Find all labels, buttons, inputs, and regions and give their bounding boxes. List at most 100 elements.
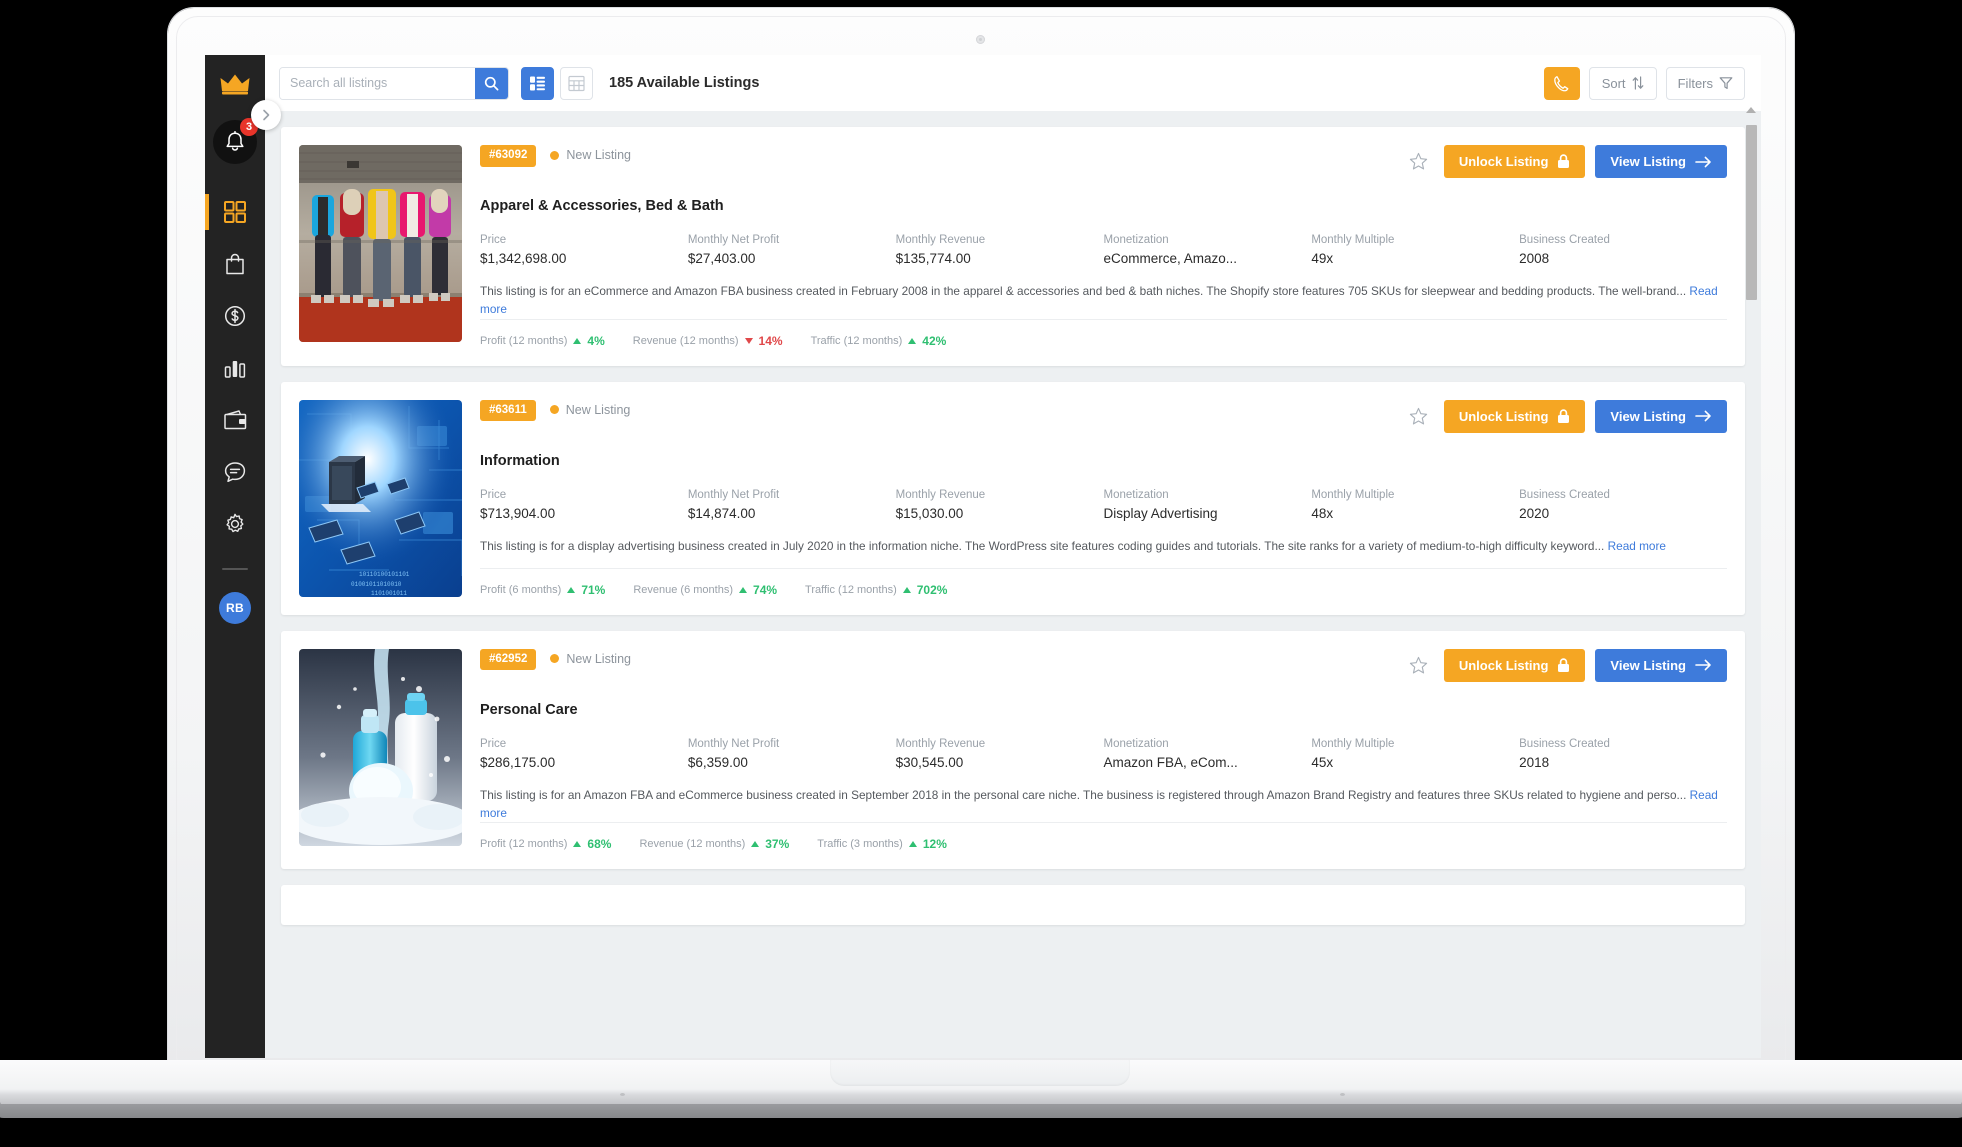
scrollbar-thumb[interactable]	[1746, 125, 1757, 300]
sidebar-item-messages[interactable]	[205, 446, 265, 498]
sidebar-item-analytics[interactable]	[205, 342, 265, 394]
trend-item: Traffic (3 months) 12%	[817, 837, 947, 851]
gear-icon	[224, 513, 246, 535]
stat-monetization: Monetization eCommerce, Amazo...	[1103, 234, 1311, 266]
avatar[interactable]: RB	[219, 592, 251, 624]
trend-up-arrow-icon	[909, 841, 917, 847]
list-view-button[interactable]	[521, 67, 554, 100]
view-label: View Listing	[1610, 154, 1686, 169]
listing-actions: Unlock Listing View Listing	[1403, 145, 1727, 178]
stat-net-profit: Monthly Net Profit $6,359.00	[688, 738, 896, 770]
stat-net-profit: Monthly Net Profit $14,874.00	[688, 489, 896, 521]
trend-label: Revenue (6 months)	[633, 584, 733, 596]
call-button[interactable]	[1544, 67, 1580, 100]
svg-text:1101001011: 1101001011	[371, 590, 407, 597]
trend-up-arrow-icon	[573, 841, 581, 847]
status-label: New Listing	[566, 652, 631, 666]
monetization-value: Display Advertising	[1103, 506, 1311, 521]
sidebar-item-sell[interactable]	[205, 290, 265, 342]
trend-label: Traffic (12 months)	[805, 584, 897, 596]
search-input[interactable]	[280, 68, 475, 99]
stat-created: Business Created 2008	[1519, 234, 1727, 266]
listing-card[interactable]: 10110100101101 01001011010010 1101001011…	[281, 382, 1745, 615]
search-button[interactable]	[475, 67, 508, 100]
status-label: New Listing	[566, 148, 631, 162]
sidebar-item-dashboard[interactable]	[205, 186, 265, 238]
listing-trends: Profit (12 months) 4% Revenue (12 months…	[480, 319, 1727, 348]
created-label: Business Created	[1519, 234, 1727, 246]
unlock-listing-button[interactable]: Unlock Listing	[1444, 649, 1586, 682]
trend-item: Profit (12 months) 68%	[480, 837, 611, 851]
unlock-listing-button[interactable]: Unlock Listing	[1444, 145, 1586, 178]
wallet-icon	[224, 410, 247, 430]
unlock-label: Unlock Listing	[1459, 658, 1549, 673]
net-profit-value: $27,403.00	[688, 251, 896, 266]
listing-feed[interactable]: #63092 New Listing Unlock Listing	[265, 111, 1761, 1058]
laptop-screw	[1340, 1093, 1345, 1096]
trend-value: 42%	[922, 334, 946, 348]
listing-card[interactable]: #63092 New Listing Unlock Listing	[281, 127, 1745, 366]
price-value: $1,342,698.00	[480, 251, 688, 266]
vertical-scrollbar[interactable]	[1746, 115, 1757, 1055]
stat-price: Price $286,175.00	[480, 738, 688, 770]
listing-card-partial[interactable]	[281, 885, 1745, 925]
trend-value: 14%	[759, 334, 783, 348]
trend-label: Revenue (12 months)	[633, 335, 739, 347]
listing-trends: Profit (6 months) 71% Revenue (6 months)…	[480, 568, 1727, 597]
table-view-button[interactable]	[560, 67, 593, 100]
listing-card[interactable]: #62952 New Listing Unlock Listing	[281, 631, 1745, 870]
listing-stats: Price $1,342,698.00 Monthly Net Profit $…	[480, 234, 1727, 266]
notifications-button[interactable]: 3	[213, 120, 257, 164]
sidebar-item-marketplace[interactable]	[205, 238, 265, 290]
listing-header: #62952 New Listing Unlock Listing	[480, 649, 1727, 682]
listing-thumbnail[interactable]	[299, 649, 462, 846]
listing-status: New Listing	[550, 145, 631, 162]
listing-thumbnail[interactable]: 10110100101101 01001011010010 1101001011	[299, 400, 462, 597]
sidebar-item-settings[interactable]	[205, 498, 265, 550]
sidebar-item-wallet[interactable]	[205, 394, 265, 446]
trend-value: 74%	[753, 583, 777, 597]
stat-monetization: Monetization Amazon FBA, eCom...	[1103, 738, 1311, 770]
funnel-icon	[1719, 76, 1733, 90]
status-label: New Listing	[566, 403, 631, 417]
sidebar-expand-button[interactable]	[251, 100, 281, 130]
trend-label: Profit (12 months)	[480, 838, 567, 850]
stat-price: Price $713,904.00	[480, 489, 688, 521]
favorite-button[interactable]	[1403, 152, 1434, 171]
trend-value: 4%	[587, 334, 604, 348]
trend-label: Profit (12 months)	[480, 335, 567, 347]
listing-stats: Price $713,904.00 Monthly Net Profit $14…	[480, 489, 1727, 521]
stat-monetization: Monetization Display Advertising	[1103, 489, 1311, 521]
listing-thumbnail[interactable]	[299, 145, 462, 342]
trend-item: Revenue (12 months) 37%	[639, 837, 789, 851]
favorite-button[interactable]	[1403, 407, 1434, 426]
trend-up-arrow-icon	[751, 841, 759, 847]
listing-details: #62952 New Listing Unlock Listing	[462, 649, 1727, 852]
scroll-up-arrow-icon[interactable]	[1746, 107, 1756, 113]
stat-revenue: Monthly Revenue $30,545.00	[896, 738, 1104, 770]
price-label: Price	[480, 234, 688, 246]
listing-id-badge: #62952	[480, 649, 536, 671]
table-view-icon	[568, 75, 585, 92]
search-box[interactable]	[279, 67, 509, 100]
view-listing-button[interactable]: View Listing	[1595, 145, 1727, 178]
crown-icon[interactable]	[220, 73, 250, 100]
trend-value: 37%	[765, 837, 789, 851]
favorite-button[interactable]	[1403, 656, 1434, 675]
multiple-label: Monthly Multiple	[1311, 234, 1519, 246]
view-listing-button[interactable]: View Listing	[1595, 400, 1727, 433]
laptop-screw	[620, 1093, 625, 1096]
trend-item: Revenue (6 months) 74%	[633, 583, 777, 597]
shopping-bag-icon	[225, 253, 245, 275]
listing-description: This listing is for an Amazon FBA and eC…	[480, 786, 1727, 823]
sort-button[interactable]: Sort	[1589, 67, 1657, 100]
stat-revenue: Monthly Revenue $135,774.00	[896, 234, 1104, 266]
revenue-label: Monthly Revenue	[896, 738, 1104, 750]
monetization-value: Amazon FBA, eCom...	[1103, 755, 1311, 770]
unlock-listing-button[interactable]: Unlock Listing	[1444, 400, 1586, 433]
read-more-link[interactable]: Read more	[1608, 539, 1666, 553]
filters-button[interactable]: Filters	[1666, 67, 1745, 100]
chat-bubble-icon	[224, 461, 246, 483]
status-dot-icon	[550, 654, 559, 663]
view-listing-button[interactable]: View Listing	[1595, 649, 1727, 682]
